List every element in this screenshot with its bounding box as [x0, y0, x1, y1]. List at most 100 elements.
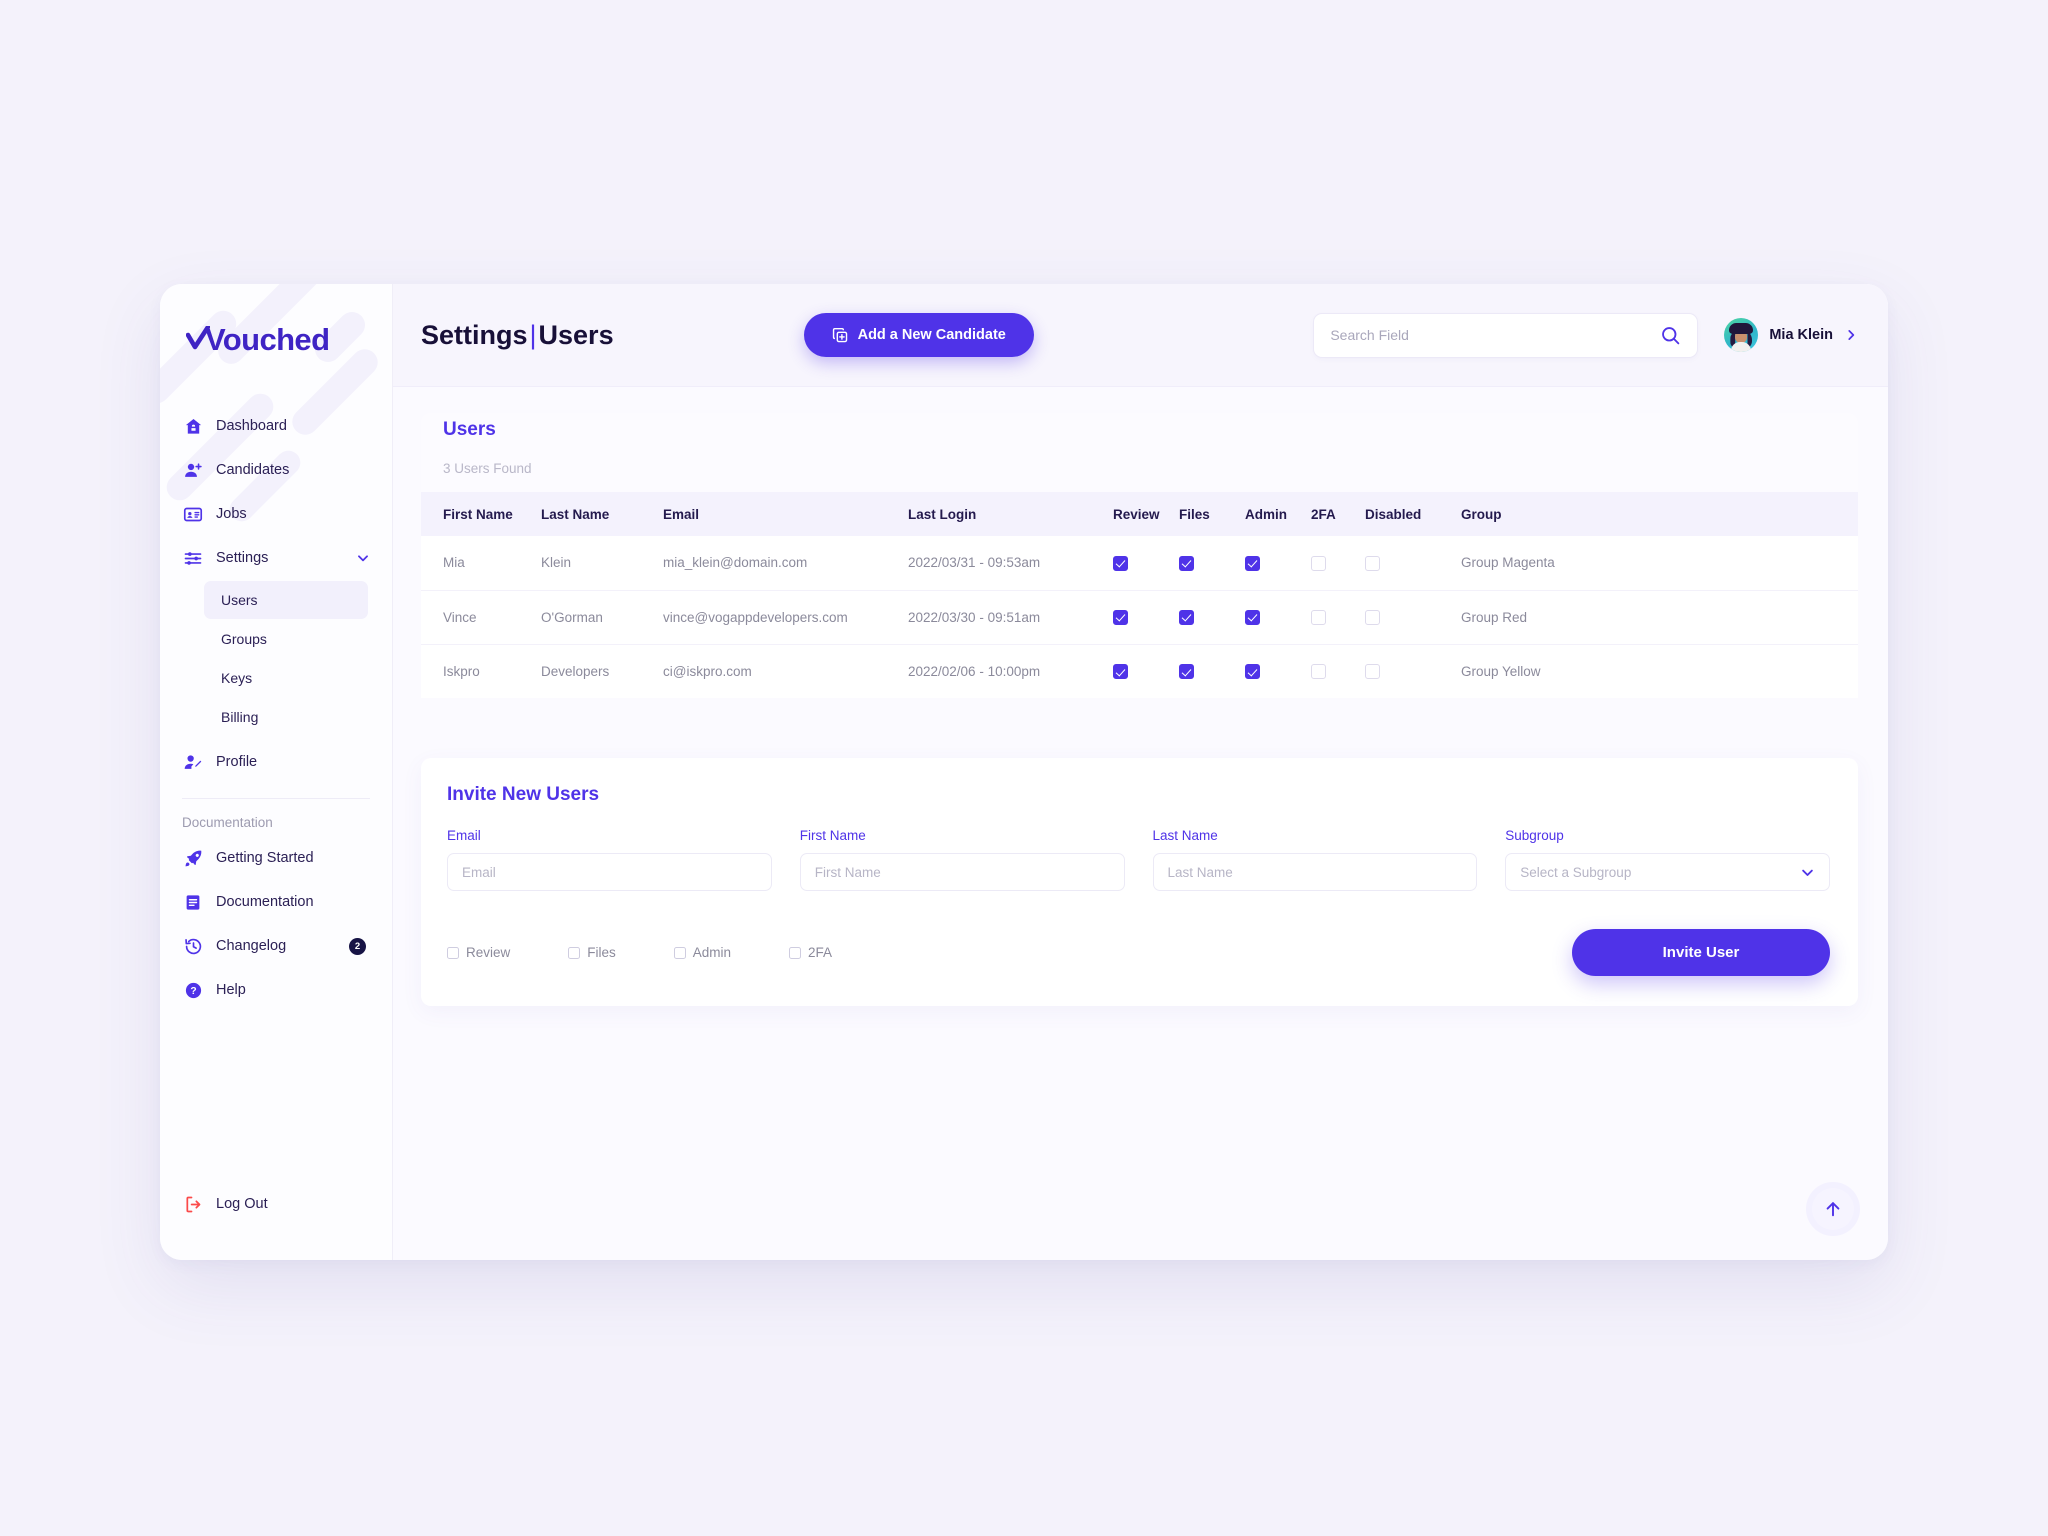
cell-2fa-checkbox[interactable]: [1303, 644, 1357, 698]
cell-2fa-checkbox[interactable]: [1303, 590, 1357, 645]
checkbox-checked-icon[interactable]: [1245, 664, 1260, 680]
chevron-down-icon[interactable]: [1800, 865, 1815, 880]
cell-group: Group Red: [1453, 590, 1858, 645]
cell-admin-checkbox[interactable]: [1237, 536, 1303, 591]
checkbox-checked-icon[interactable]: [1245, 555, 1260, 571]
checkbox-checked-icon[interactable]: [1179, 664, 1194, 680]
cell-email: mia_klein@domain.com: [655, 536, 900, 591]
add-button-label: Add a New Candidate: [857, 327, 1006, 343]
sidebar-item-keys[interactable]: Keys: [204, 659, 368, 697]
sidebar-subitem-label: Billing: [221, 709, 259, 725]
invite-checkbox-2fa[interactable]: 2FA: [789, 945, 832, 960]
checkbox-checked-icon[interactable]: [1113, 555, 1128, 571]
invite-checkbox-admin[interactable]: Admin: [673, 945, 731, 960]
scroll-to-top-button[interactable]: [1812, 1188, 1854, 1230]
sidebar-item-changelog[interactable]: Changelog 2: [160, 924, 392, 968]
invite-checkbox-files[interactable]: Files: [568, 945, 616, 960]
user-edit-icon: [182, 751, 204, 773]
invite-fields: Email First Name Last Name Subgroup: [447, 828, 1830, 891]
first-name-input[interactable]: [799, 853, 1125, 891]
sidebar-item-label: Changelog: [216, 938, 287, 954]
page-title-right: Users: [538, 319, 614, 350]
invite-user-button[interactable]: Invite User: [1572, 929, 1830, 976]
cell-files-checkbox[interactable]: [1171, 644, 1237, 698]
email-input[interactable]: [447, 853, 772, 891]
sidebar-item-jobs[interactable]: Jobs: [160, 492, 392, 536]
top-bar: Settings|Users Add a New Candidate Searc…: [393, 284, 1888, 387]
checkbox-unchecked-icon[interactable]: [447, 946, 459, 959]
app-window: Vouched Dashboard Candidates Jobs Settin…: [160, 284, 1888, 1260]
page-title: Settings|Users: [421, 320, 614, 351]
cell-admin-checkbox[interactable]: [1237, 590, 1303, 645]
invite-checkbox-review[interactable]: Review: [447, 945, 510, 960]
checkbox-unchecked-icon[interactable]: [1365, 664, 1380, 680]
checkbox-unchecked-icon[interactable]: [568, 946, 581, 959]
column-header-group: Group: [1453, 492, 1858, 536]
cell-disabled-checkbox[interactable]: [1357, 536, 1453, 591]
sidebar-item-billing[interactable]: Billing: [204, 698, 368, 736]
cell-review-checkbox[interactable]: [1105, 536, 1171, 591]
sliders-icon: [182, 547, 204, 569]
checkbox-unchecked-icon[interactable]: [673, 946, 686, 959]
cell-email: vince@vogappdevelopers.com: [655, 590, 900, 645]
book-icon: [182, 891, 204, 913]
main-area: Settings|Users Add a New Candidate Searc…: [393, 284, 1888, 1260]
cell-review-checkbox[interactable]: [1105, 590, 1171, 645]
checkbox-unchecked-icon[interactable]: [789, 946, 802, 959]
sidebar-item-help[interactable]: ? Help: [160, 968, 392, 1012]
subgroup-select[interactable]: Select a Subgroup: [1505, 853, 1830, 891]
table-row[interactable]: Mia Klein mia_klein@domain.com 2022/03/31 -…: [421, 536, 1858, 591]
cell-2fa-checkbox[interactable]: [1303, 536, 1357, 591]
checkbox-unchecked-icon[interactable]: [1311, 664, 1326, 680]
sidebar-item-candidates[interactable]: Candidates: [160, 448, 392, 492]
search-icon[interactable]: [1660, 325, 1681, 346]
users-table: First Name Last Name Email Last Login Re…: [421, 492, 1858, 698]
column-header-disabled: Disabled: [1357, 492, 1453, 536]
sidebar-item-getting-started[interactable]: Getting Started: [160, 836, 392, 880]
cell-review-checkbox[interactable]: [1105, 644, 1171, 698]
sidebar-item-profile[interactable]: Profile: [160, 740, 392, 784]
sidebar-item-dashboard[interactable]: Dashboard: [160, 404, 392, 448]
checkbox-unchecked-icon[interactable]: [1365, 555, 1380, 571]
search-input[interactable]: [1330, 327, 1661, 343]
cell-files-checkbox[interactable]: [1171, 536, 1237, 591]
chevron-down-icon[interactable]: [356, 551, 370, 565]
sidebar-item-settings[interactable]: Settings: [160, 536, 392, 580]
users-table-body: Mia Klein mia_klein@domain.com 2022/03/31 -…: [421, 536, 1858, 698]
history-icon: [182, 935, 204, 957]
sidebar-section-label: Documentation: [182, 815, 273, 830]
cell-files-checkbox[interactable]: [1171, 590, 1237, 645]
sidebar-item-documentation[interactable]: Documentation: [160, 880, 392, 924]
sidebar-item-label: Candidates: [216, 462, 290, 478]
cell-last-name: O'Gorman: [533, 590, 655, 645]
brand-name: Vouched: [205, 322, 330, 357]
checkbox-checked-icon[interactable]: [1179, 609, 1194, 625]
checkbox-checked-icon[interactable]: [1113, 664, 1128, 680]
table-row[interactable]: Iskpro Developers ci@iskpro.com 2022/02/06 …: [421, 644, 1858, 698]
sidebar-item-groups[interactable]: Groups: [204, 620, 368, 658]
column-header-2fa: 2FA: [1303, 492, 1357, 536]
search-field[interactable]: [1313, 312, 1699, 358]
checkbox-checked-icon[interactable]: [1179, 555, 1194, 571]
checkbox-checked-icon[interactable]: [1113, 609, 1128, 625]
logout-section: Log Out: [160, 1182, 392, 1260]
sidebar-item-users[interactable]: Users: [204, 581, 368, 619]
app-logo[interactable]: Vouched: [160, 284, 392, 396]
cell-last-name: Klein: [533, 536, 655, 591]
last-name-input[interactable]: [1152, 853, 1478, 891]
checkbox-unchecked-icon[interactable]: [1311, 555, 1326, 571]
cell-admin-checkbox[interactable]: [1237, 644, 1303, 698]
rocket-icon: [182, 847, 204, 869]
logout-button[interactable]: Log Out: [160, 1182, 392, 1226]
cell-disabled-checkbox[interactable]: [1357, 590, 1453, 645]
checkbox-unchecked-icon[interactable]: [1311, 609, 1326, 625]
subgroup-selected-value: Select a Subgroup: [1520, 864, 1632, 880]
table-row[interactable]: Vince O'Gorman vince@vogappdevelopers.com 2…: [421, 590, 1858, 645]
checkbox-unchecked-icon[interactable]: [1365, 609, 1380, 625]
add-new-candidate-button[interactable]: Add a New Candidate: [803, 313, 1034, 357]
sidebar: Vouched Dashboard Candidates Jobs Settin…: [160, 284, 393, 1260]
checkbox-checked-icon[interactable]: [1245, 609, 1260, 625]
user-profile-menu[interactable]: Mia Klein: [1724, 318, 1858, 352]
cell-disabled-checkbox[interactable]: [1357, 644, 1453, 698]
chevron-right-icon[interactable]: [1844, 328, 1858, 342]
